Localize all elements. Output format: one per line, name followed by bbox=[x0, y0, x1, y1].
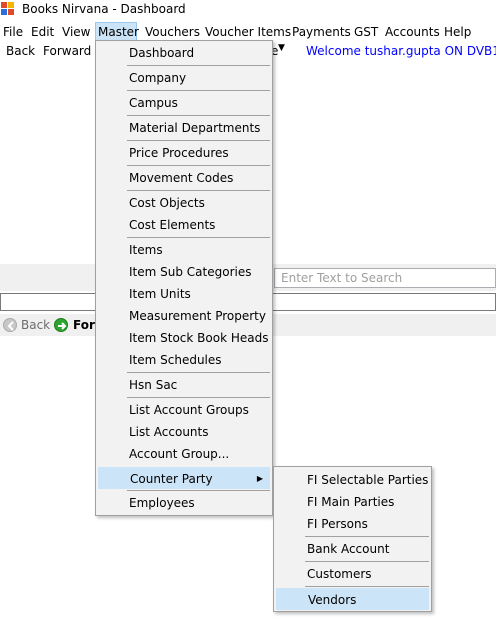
menu-separator bbox=[127, 237, 270, 238]
menu-separator bbox=[305, 536, 429, 537]
nav-forward-button[interactable]: Forward bbox=[43, 44, 91, 58]
menu-item-item-sub-categories[interactable]: Item Sub Categories bbox=[98, 261, 270, 283]
menu-separator bbox=[305, 586, 429, 587]
menu-item-movement-codes[interactable]: Movement Codes bbox=[98, 167, 270, 189]
menu-separator bbox=[127, 165, 270, 166]
menu-edit[interactable]: Edit bbox=[31, 24, 54, 40]
menu-item-company[interactable]: Company bbox=[98, 67, 270, 89]
content-back-button[interactable]: Back bbox=[21, 318, 50, 332]
menu-separator bbox=[127, 90, 270, 91]
menu-gst[interactable]: GST bbox=[354, 24, 378, 40]
menu-item-list-account-groups[interactable]: List Account Groups bbox=[98, 399, 270, 421]
menu-separator bbox=[127, 372, 270, 373]
menu-item-price-procedures[interactable]: Price Procedures bbox=[98, 142, 270, 164]
submenu-item-customers[interactable]: Customers bbox=[276, 563, 429, 585]
submenu-item-vendors[interactable]: Vendors bbox=[276, 588, 429, 610]
menu-item-counter-party[interactable]: Counter Party ▶ bbox=[98, 467, 270, 489]
submenu-item-bank-account[interactable]: Bank Account bbox=[276, 538, 429, 560]
back-arrow-icon[interactable] bbox=[3, 318, 17, 332]
submenu-item-fi-main-parties[interactable]: FI Main Parties bbox=[276, 491, 429, 513]
nav-back-button[interactable]: Back bbox=[6, 44, 35, 58]
menu-separator bbox=[127, 115, 270, 116]
menu-separator bbox=[127, 397, 270, 398]
menu-separator bbox=[127, 190, 270, 191]
menu-separator bbox=[127, 65, 270, 66]
menu-item-items[interactable]: Items bbox=[98, 239, 270, 261]
menu-item-counter-party-label: Counter Party bbox=[130, 472, 213, 486]
menu-item-cost-elements[interactable]: Cost Elements bbox=[98, 214, 270, 236]
menu-vouchers[interactable]: Vouchers bbox=[145, 24, 200, 40]
menu-separator bbox=[127, 490, 270, 491]
master-menu: Dashboard Company Campus Material Depart… bbox=[95, 40, 273, 516]
menu-payments[interactable]: Payments bbox=[292, 24, 351, 40]
menu-item-item-units[interactable]: Item Units bbox=[98, 283, 270, 305]
menu-item-hsn-sac[interactable]: Hsn Sac bbox=[98, 374, 270, 396]
menu-item-material-departments[interactable]: Material Departments bbox=[98, 117, 270, 139]
submenu-item-fi-selectable-parties[interactable]: FI Selectable Parties bbox=[276, 469, 429, 491]
menu-item-employees[interactable]: Employees bbox=[98, 492, 270, 514]
menu-item-item-schedules[interactable]: Item Schedules bbox=[98, 349, 270, 371]
menu-separator bbox=[305, 561, 429, 562]
menu-item-campus[interactable]: Campus bbox=[98, 92, 270, 114]
menu-file[interactable]: File bbox=[3, 24, 23, 40]
menu-view[interactable]: View bbox=[62, 24, 90, 40]
welcome-label: Welcome tushar.gupta ON DVB16 bbox=[306, 44, 496, 58]
app-icon bbox=[1, 2, 15, 16]
menu-voucher-items[interactable]: Voucher Items bbox=[205, 24, 291, 40]
menu-help[interactable]: Help bbox=[444, 24, 471, 40]
counter-party-submenu: FI Selectable Parties FI Main Parties FI… bbox=[273, 466, 432, 612]
menu-item-dashboard[interactable]: Dashboard bbox=[98, 42, 270, 64]
search-input[interactable]: Enter Text to Search bbox=[274, 268, 496, 288]
window-title: Books Nirvana - Dashboard bbox=[22, 2, 186, 16]
search-placeholder: Enter Text to Search bbox=[281, 271, 403, 285]
menu-item-item-stock-book-heads[interactable]: Item Stock Book Heads bbox=[98, 327, 270, 349]
menu-item-list-accounts[interactable]: List Accounts bbox=[98, 421, 270, 443]
menu-master[interactable]: Master bbox=[98, 24, 139, 40]
submenu-item-fi-persons[interactable]: FI Persons bbox=[276, 513, 429, 535]
menu-accounts[interactable]: Accounts bbox=[385, 24, 440, 40]
menu-item-cost-objects[interactable]: Cost Objects bbox=[98, 192, 270, 214]
forward-arrow-icon[interactable] bbox=[54, 318, 68, 332]
menu-item-measurement-property[interactable]: Measurement Property bbox=[98, 305, 270, 327]
submenu-arrow-icon: ▶ bbox=[256, 474, 263, 483]
dropdown-arrow-icon[interactable]: ▼ bbox=[278, 43, 285, 53]
menu-item-account-group[interactable]: Account Group... bbox=[98, 443, 270, 465]
menu-separator bbox=[127, 140, 270, 141]
